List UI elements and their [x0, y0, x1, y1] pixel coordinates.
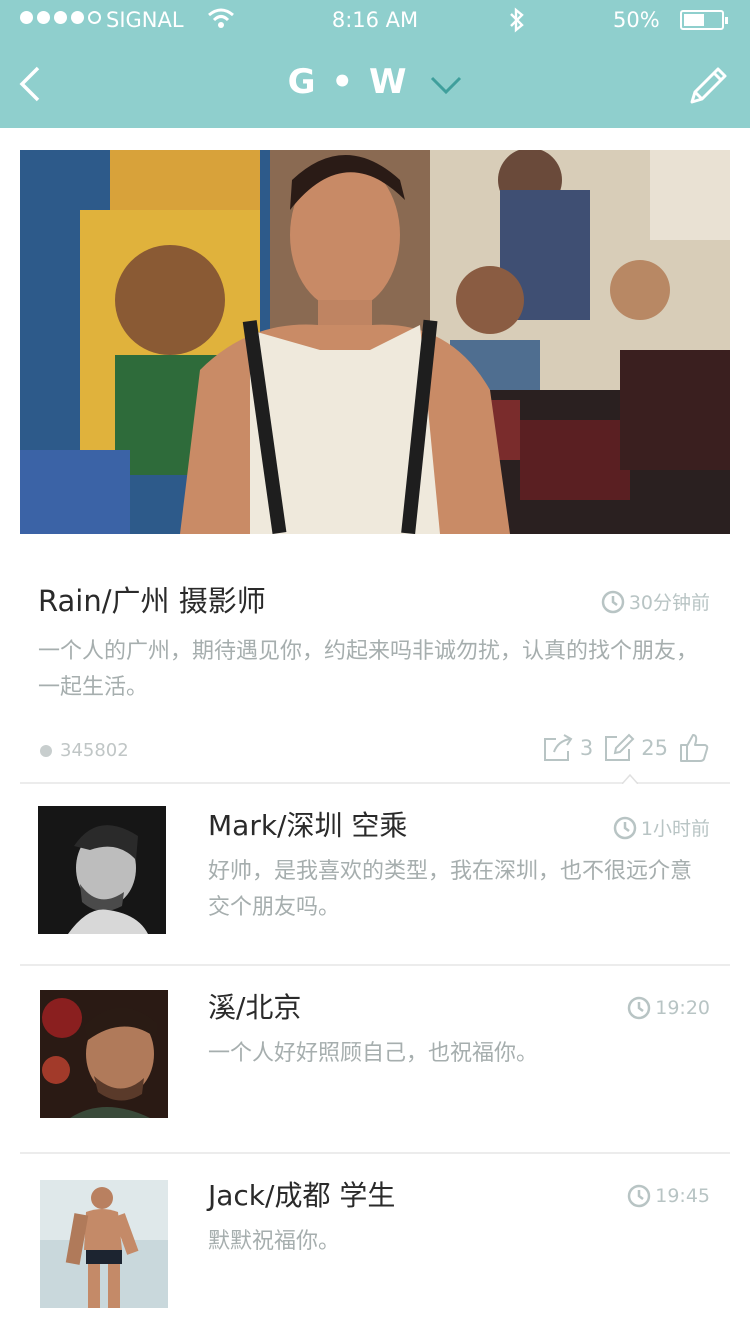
battery-percent: 50%	[613, 8, 660, 32]
chevron-down-icon	[430, 64, 462, 104]
avatar[interactable]	[40, 1180, 168, 1308]
comment-item[interactable]: Mark/深圳 空乘 1小时前 好帅，是我喜欢的类型，我在深圳，也不很远介意交个…	[0, 784, 750, 964]
thumbs-up-icon	[680, 734, 709, 762]
nav-title-dropdown[interactable]: G • W	[0, 62, 750, 104]
comment-time-text: 1小时前	[640, 818, 710, 840]
comment-pointer	[622, 773, 638, 784]
comment-timestamp: 19:45	[627, 1184, 710, 1208]
dot-icon	[40, 744, 52, 757]
comment-time-text: 19:20	[655, 997, 710, 1019]
post-author[interactable]: Rain/广州 摄影师	[38, 578, 266, 620]
battery-icon	[680, 10, 728, 30]
avatar[interactable]	[38, 806, 166, 934]
avatar[interactable]	[40, 990, 168, 1118]
post-id: 345802	[40, 740, 129, 761]
comment-author[interactable]: 溪/北京	[208, 986, 301, 1026]
comment-item[interactable]: 溪/北京 19:20 一个人好好照顾自己，也祝福你。	[0, 966, 750, 1152]
nav-title: G • W	[287, 62, 409, 102]
comment-button[interactable]: 25	[603, 733, 668, 763]
comment-timestamp: 19:20	[627, 996, 710, 1020]
comment-author[interactable]: Jack/成都 学生	[208, 1174, 395, 1214]
comment-text: 一个人好好照顾自己，也祝福你。	[208, 1041, 539, 1066]
post-id-number: 345802	[60, 740, 129, 761]
like-button[interactable]	[678, 732, 710, 764]
clock-icon	[627, 996, 651, 1020]
comment-item[interactable]: Jack/成都 学生 19:45 默默祝福你。	[0, 1154, 750, 1334]
edit-button[interactable]	[686, 62, 732, 112]
comment-author[interactable]: Mark/深圳 空乘	[208, 804, 407, 844]
share-icon	[543, 734, 573, 761]
comment-count: 25	[641, 736, 668, 760]
bluetooth-icon	[508, 6, 526, 39]
share-button[interactable]: 3	[542, 733, 593, 763]
comment-text: 默默祝福你。	[208, 1229, 341, 1254]
post-timestamp: 30分钟前	[601, 588, 710, 615]
status-bar: SIGNAL 8:16 AM 50%	[0, 0, 750, 40]
comment-time-text: 19:45	[655, 1185, 710, 1207]
pencil-icon	[690, 67, 727, 104]
share-count: 3	[579, 736, 594, 760]
clock-icon	[627, 1184, 651, 1208]
clock-icon	[613, 816, 637, 839]
comment-timestamp: 1小时前	[613, 814, 710, 841]
post-time-text: 30分钟前	[628, 592, 710, 614]
clock-icon	[601, 590, 625, 613]
comment-text: 好帅，是我喜欢的类型，我在深圳，也不很远介意交个朋友吗。	[208, 859, 693, 920]
nav-bar: G • W	[0, 40, 750, 128]
post-photo[interactable]	[20, 150, 730, 534]
post-actions: 3 25	[542, 732, 710, 764]
post-text: 一个人的广州，期待遇见你，约起来吗非诚勿扰，认真的找个朋友，一起生活。	[38, 639, 699, 700]
edit-note-icon	[605, 733, 635, 761]
